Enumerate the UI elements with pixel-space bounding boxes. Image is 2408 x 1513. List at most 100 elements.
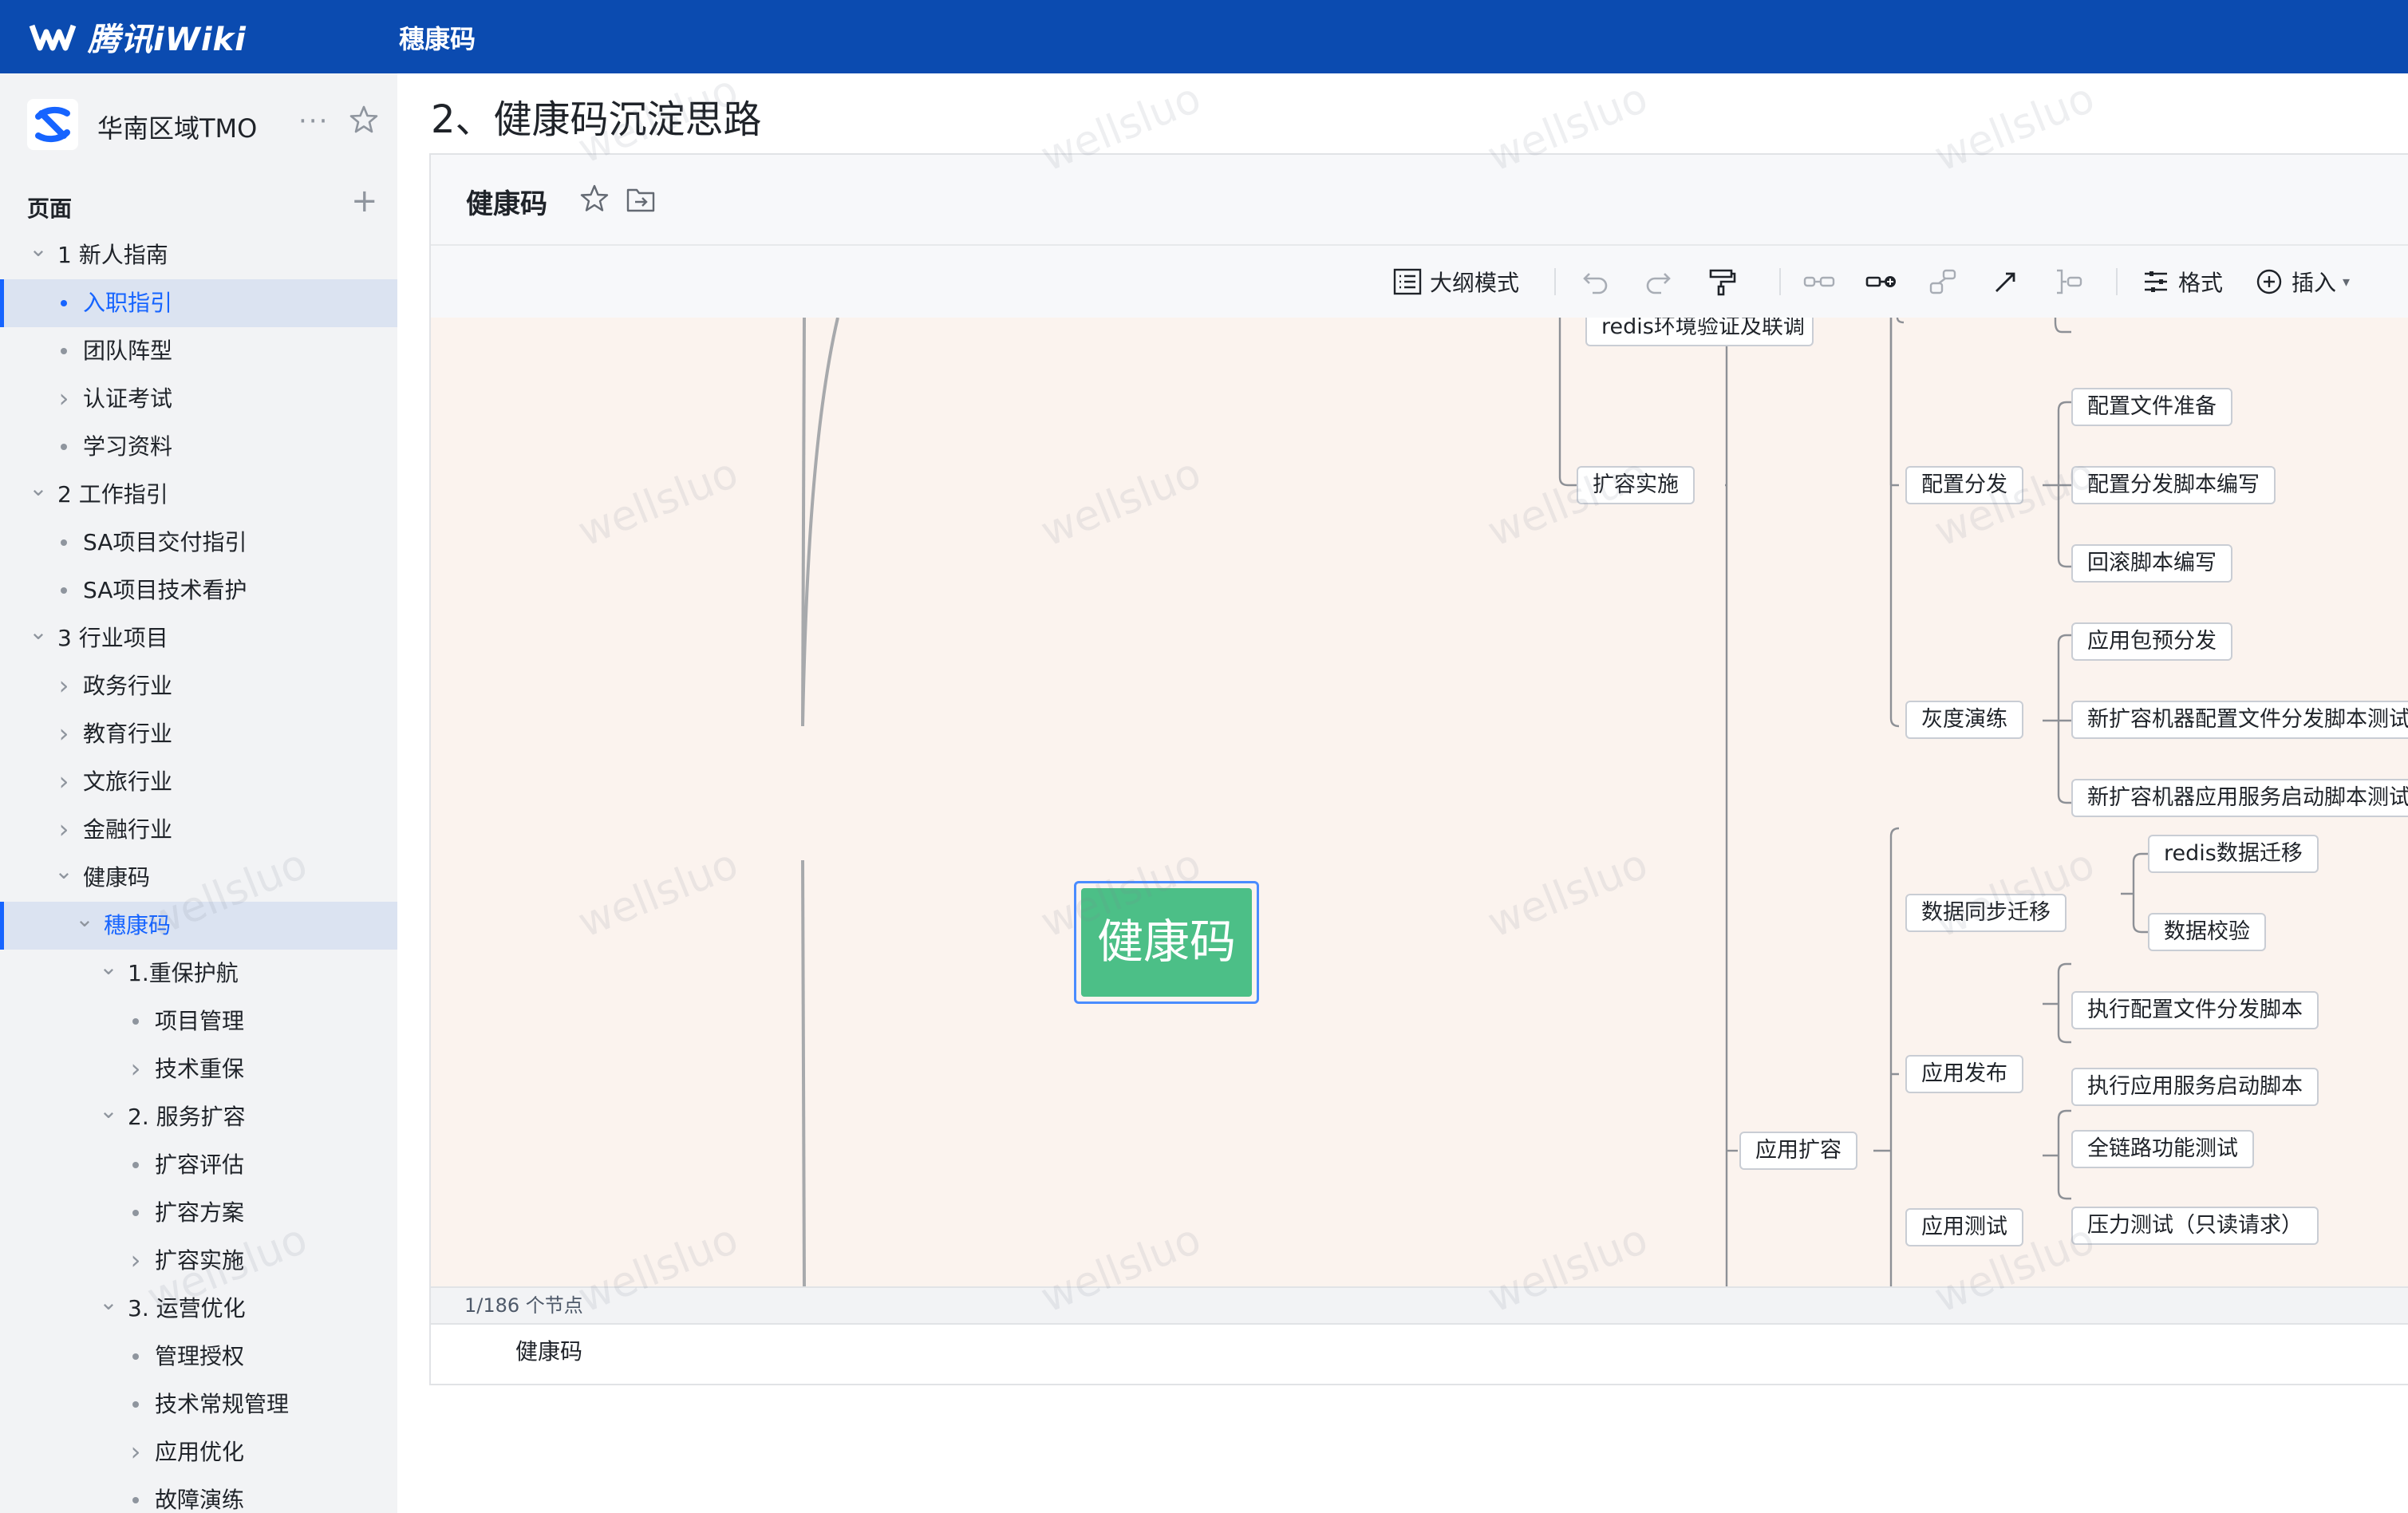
plus-icon[interactable]: + [351,185,378,217]
add-parent-icon [1929,269,1956,294]
format-painter-button[interactable] [1706,262,1738,302]
chevron-down-icon[interactable]: ⌄ [29,614,48,662]
sidebar-tree-item[interactable]: 扩容评估 [0,1141,397,1189]
sidebar-tree-item[interactable]: 学习资料 [0,423,397,471]
relation-line-button[interactable] [1990,262,2022,302]
sidebar-tree-item[interactable]: › 金融行业 [0,806,397,854]
space-name[interactable]: 华南区域TMO [97,109,257,145]
sidebar-tree-item[interactable]: › 政务行业 [0,662,397,710]
star-icon[interactable] [579,184,610,214]
chevron-down-icon[interactable]: ⌄ [29,231,48,279]
sidebar-tree-item[interactable]: › 教育行业 [0,710,397,758]
mindmap-node[interactable]: 应用发布 [1905,1055,2023,1093]
sidebar-tree-item[interactable]: 故障演练 [0,1476,397,1513]
chevron-right-icon[interactable]: › [54,710,73,758]
sidebar-tree-item[interactable]: ⌄ 2 工作指引 [0,471,397,519]
page-tree: ⌄ 1 新人指南 入职指引 团队阵型 › 认证考试 学习资料 ⌄ 2 工作指引 SA项目交付指引 S… [0,231,397,1513]
sidebar-tree-item-label: 入职指引 [83,290,173,316]
redo-icon [1646,273,1671,294]
mindmap-node[interactable]: 新扩容机器应用服务启动脚本测试 [2071,779,2408,817]
chevron-down-icon[interactable]: ⌄ [75,902,94,950]
mindmap-node[interactable]: 执行配置文件分发脚本 [2071,991,2319,1029]
mindmap-node[interactable]: 应用测试 [1905,1208,2023,1246]
sidebar-tree-item[interactable]: SA项目技术看护 [0,567,397,614]
chevron-right-icon[interactable]: › [54,375,73,423]
bullet-icon [54,519,73,567]
brand-logo[interactable]: 腾讯iWiki [29,14,247,59]
top-navigation-bar: 腾讯iWiki 穗康码 [0,0,2408,73]
toolbar-divider [1554,268,1556,295]
mindmap-node[interactable]: 应用扩容 [1739,1132,1857,1170]
add-child-button[interactable] [1865,262,1897,302]
mindmap-canvas[interactable]: 健康码 redis环境验证及联调 扩容实施 配置分发 配置文件准备 配置分发脚本… [431,318,2408,1286]
mindmap-node[interactable]: 全链路功能测试 [2071,1130,2254,1168]
space-logo-icon[interactable] [27,99,78,150]
sidebar-tree-item[interactable]: › 扩容实施 [0,1237,397,1285]
sidebar-tree-item[interactable]: ⌄ 3 行业项目 [0,614,397,662]
sidebar-tree-item-label: 1.重保护航 [128,960,239,986]
bullet-icon [126,1189,145,1237]
mindmap-node[interactable]: 执行应用服务启动脚本 [2071,1068,2319,1106]
mindmap-node[interactable]: 压力测试（只读请求） [2071,1207,2319,1245]
mindmap-node[interactable]: redis环境验证及联调 [1585,318,1814,346]
sidebar-tree-item[interactable]: SA项目交付指引 [0,519,397,567]
star-icon[interactable] [348,104,380,136]
mindmap-node[interactable]: 配置分发 [1905,466,2023,504]
mindmap-node[interactable]: 扩容实施 [1577,466,1695,504]
chevron-down-icon[interactable]: ⌄ [99,950,118,997]
sidebar-tree-item[interactable]: 入职指引 [0,279,397,327]
sidebar-tree-item[interactable]: 管理授权 [0,1333,397,1381]
sidebar-tree-item[interactable]: ⌄ 1.重保护航 [0,950,397,997]
breadcrumb[interactable]: 健康码 [515,1334,582,1366]
mindmap-node[interactable]: 回滚脚本编写 [2071,544,2232,583]
chevron-down-icon[interactable]: ⌄ [29,471,48,519]
sidebar-tree-item[interactable]: 团队阵型 [0,327,397,375]
mindmap-node[interactable]: 配置分发脚本编写 [2071,466,2276,504]
undo-button[interactable] [1580,262,1612,302]
mindmap-node[interactable]: 新扩容机器配置文件分发脚本测试 [2071,701,2408,739]
redo-button[interactable] [1642,262,1674,302]
sidebar-tree-item[interactable]: › 技术重保 [0,1045,397,1093]
chevron-right-icon[interactable]: › [126,1428,145,1476]
mindmap-root-node[interactable]: 健康码 [1074,881,1259,1004]
sidebar-tree-item[interactable]: ⌄ 1 新人指南 [0,231,397,279]
sidebar-tree-item[interactable]: › 认证考试 [0,375,397,423]
add-parent-button[interactable] [1928,262,1960,302]
chevron-right-icon[interactable]: › [54,806,73,854]
move-icon[interactable] [626,185,656,214]
insert-label: 插入 [2292,270,2337,296]
sidebar-tree-item[interactable]: 扩容方案 [0,1189,397,1237]
mindmap-node[interactable]: 灰度演练 [1905,701,2023,739]
sidebar-tree-item[interactable]: ⌄ 3. 运营优化 [0,1285,397,1333]
sidebar-tree-item[interactable]: 技术常规管理 [0,1381,397,1428]
mindmap-node[interactable]: redis数据迁移 [2148,835,2319,873]
chevron-down-icon[interactable]: ⌄ [54,854,73,902]
chevron-right-icon[interactable]: › [54,758,73,806]
summary-button[interactable] [2052,262,2084,302]
sidebar-tree-item[interactable]: › 应用优化 [0,1428,397,1476]
mindmap-node[interactable]: 数据同步迁移 [1905,894,2067,932]
chevron-right-icon[interactable]: › [54,662,73,710]
sidebar-tree-item-label: 2 工作指引 [57,481,168,508]
format-button[interactable]: 格式 [2140,262,2223,302]
chevron-right-icon[interactable]: › [126,1237,145,1285]
sidebar-tree-item[interactable]: › 文旅行业 [0,758,397,806]
sidebar-tree-item-label: 2. 服务扩容 [128,1104,246,1130]
mindmap-node[interactable]: 数据校验 [2148,913,2266,951]
sidebar-tree-item[interactable]: ⌄ 2. 服务扩容 [0,1093,397,1141]
sidebar-tree-item[interactable]: 项目管理 [0,997,397,1045]
chevron-down-icon[interactable]: ⌄ [99,1285,118,1333]
mindmap-node[interactable]: 应用包预分发 [2071,622,2232,661]
insert-button[interactable]: 插入 ▾ [2253,262,2350,302]
add-sibling-button[interactable] [1803,262,1835,302]
outline-mode-button[interactable]: 大纲模式 [1392,262,1519,302]
sidebar-tree-item[interactable]: ⌄ 穗康码 [0,902,397,950]
more-icon[interactable]: ··· [298,105,329,137]
outline-icon [1393,268,1422,295]
sidebar-tree-item[interactable]: ⌄ 健康码 [0,854,397,902]
sidebar-tree-item-label: 技术常规管理 [155,1391,290,1417]
mindmap-node[interactable]: 配置文件准备 [2071,388,2232,426]
bullet-icon [54,423,73,471]
chevron-right-icon[interactable]: › [126,1045,145,1093]
chevron-down-icon[interactable]: ⌄ [99,1093,118,1141]
